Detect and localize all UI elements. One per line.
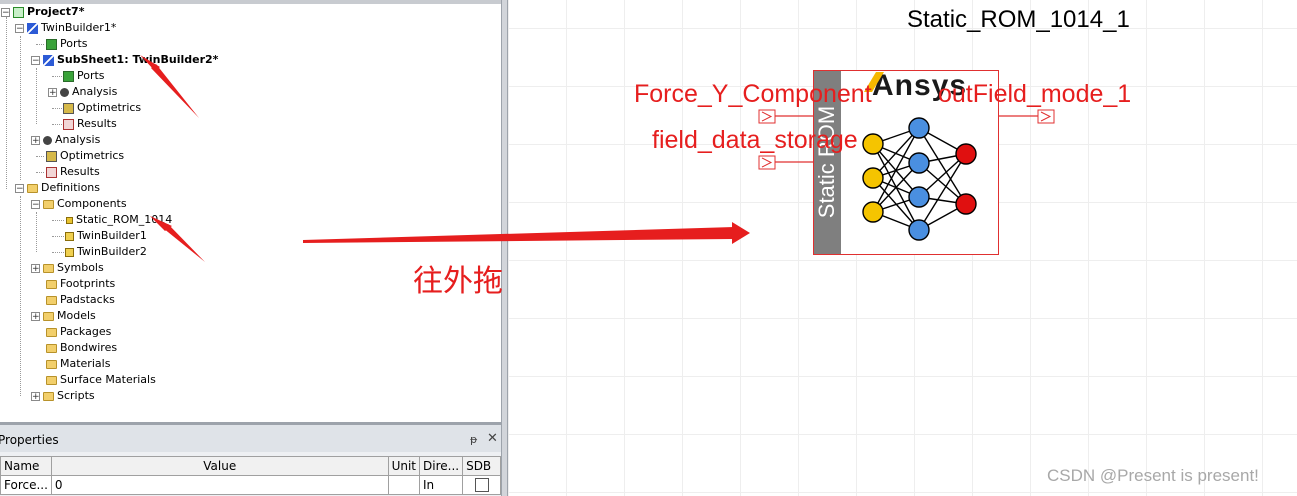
pin-label-outfield-mode-1: outField_mode_1	[938, 80, 1132, 108]
neural-network-icon	[862, 117, 977, 241]
pin-force-y-component[interactable]	[758, 109, 813, 124]
pin-label-force-y-component: Force_Y_Component	[634, 80, 872, 108]
annotation-arrow-subsheet	[140, 55, 199, 118]
schematic-overlay	[140, 55, 1055, 262]
watermark: CSDN @Present is present!	[1047, 466, 1259, 485]
annotation-arrow-static-rom	[150, 216, 205, 262]
annotation-arrow-drag	[303, 222, 750, 244]
pin-label-field-data-storage: field_data_storage	[652, 126, 858, 154]
pin-field-data-storage[interactable]	[758, 155, 813, 170]
drag-out-annotation: 往外拖	[413, 264, 503, 299]
pin-outfield-mode-1[interactable]	[999, 109, 1055, 124]
